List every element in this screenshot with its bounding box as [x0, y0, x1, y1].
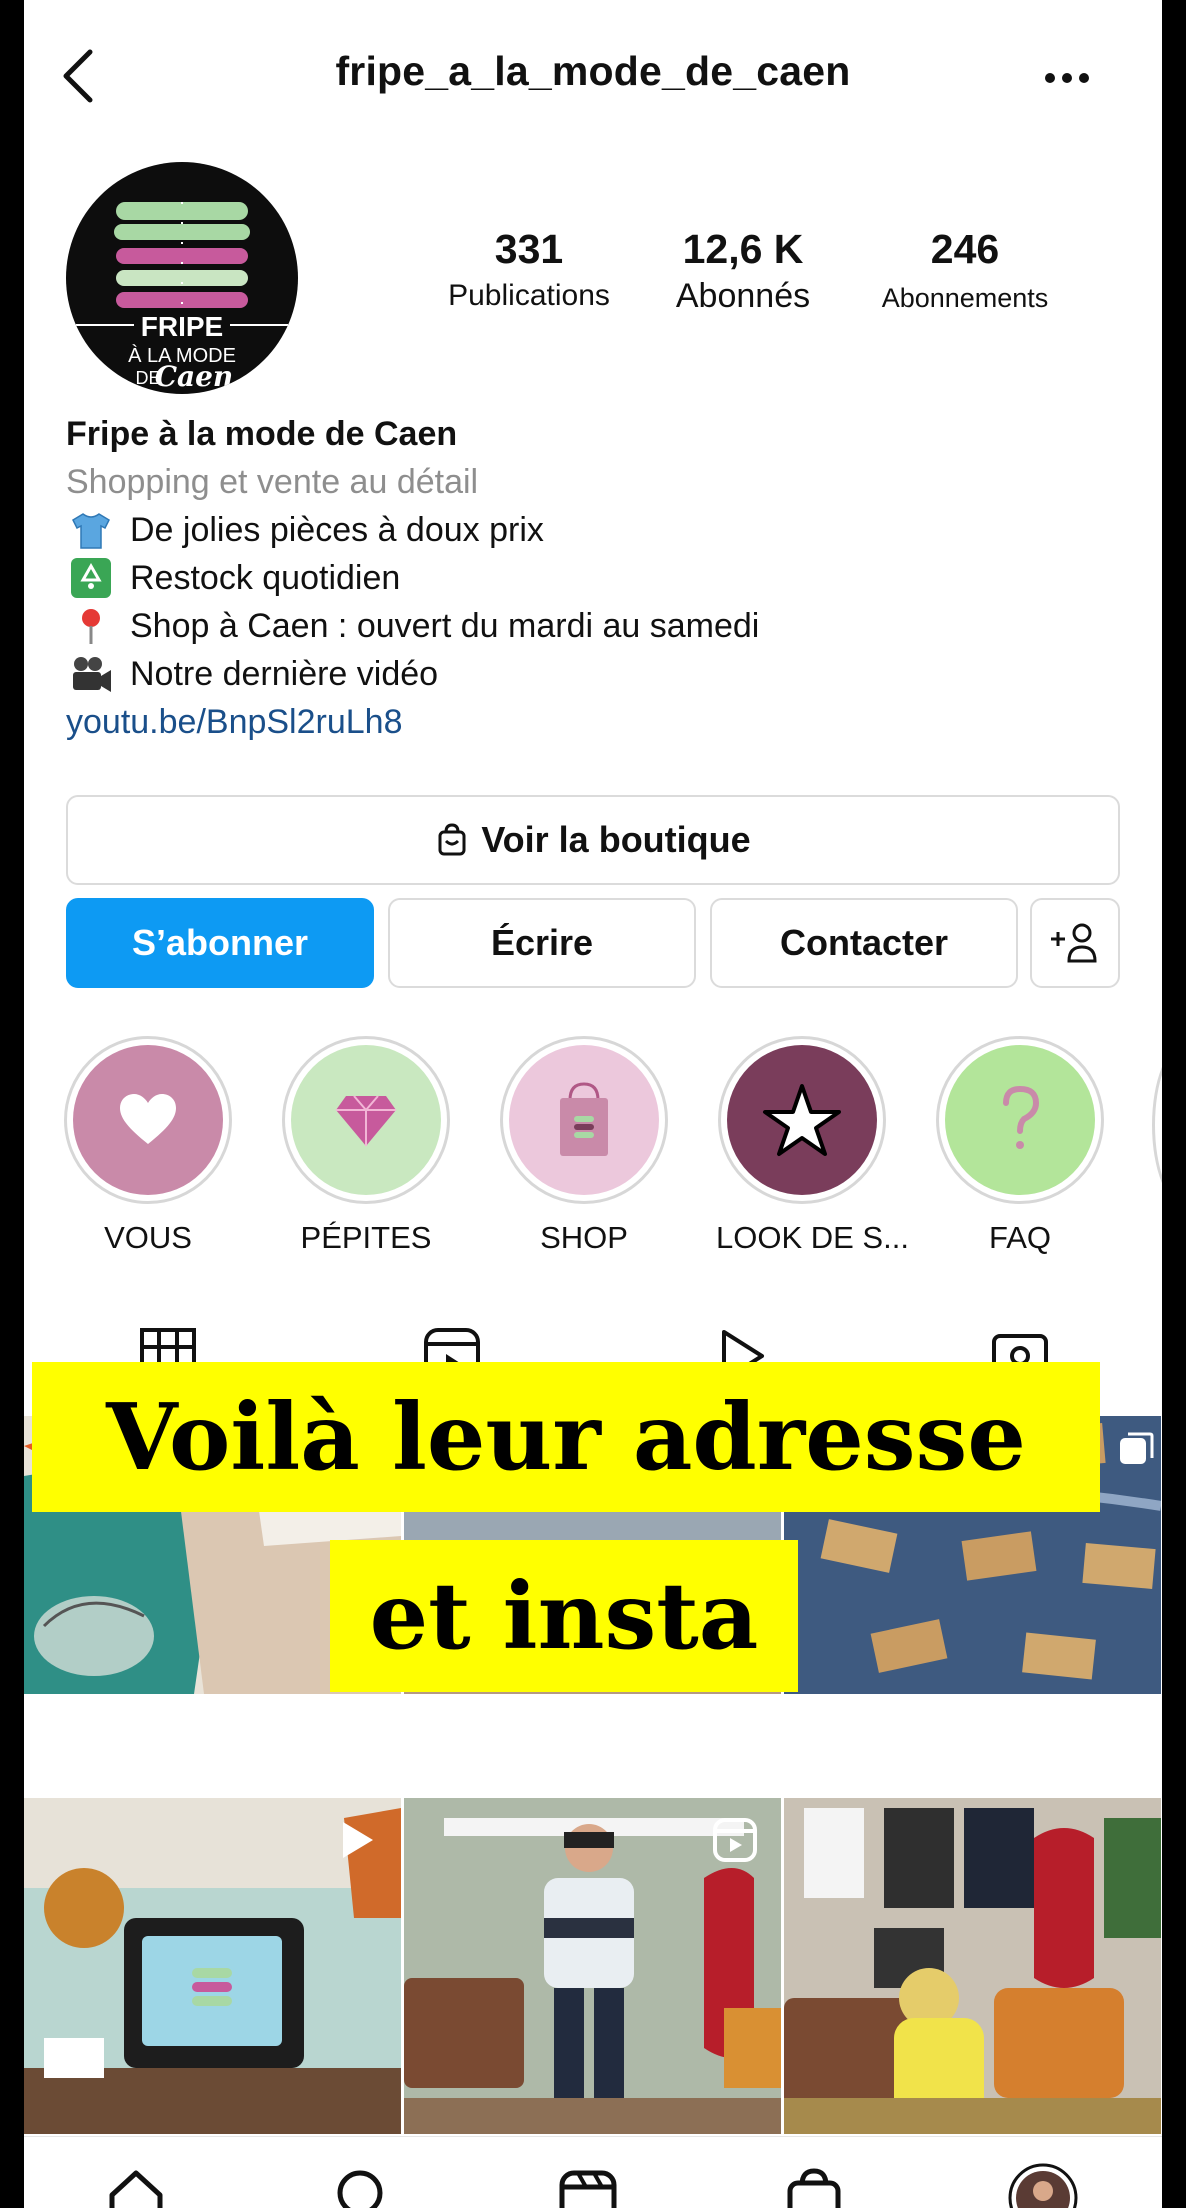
star-icon: [727, 1045, 877, 1195]
profile-avatar[interactable]: FRIPE À LA MODE DE Caen: [66, 162, 298, 394]
shirt-stack-logo-icon: [114, 202, 250, 308]
highlight-vous[interactable]: VOUS: [62, 1036, 234, 1256]
highlight-ring: [500, 1036, 668, 1204]
stat-followers[interactable]: 12,6 K Abonnés: [648, 226, 838, 316]
reels-nav-icon[interactable]: [556, 2167, 620, 2208]
profile-stats: 331 Publications 12,6 K Abonnés 246 Abon…: [424, 226, 1104, 326]
follow-button[interactable]: S’abonner: [66, 898, 374, 988]
bio-text: Notre dernière vidéo: [130, 655, 439, 693]
message-button[interactable]: Écrire: [388, 898, 696, 988]
stat-label: Abonnements: [881, 283, 1049, 313]
posts-grid: [24, 1416, 1162, 2136]
username-title: fripe_a_la_mode_de_caen: [335, 48, 851, 94]
overlay-caption-line2: et insta: [330, 1540, 798, 1692]
video-camera-icon: [66, 652, 116, 696]
shopping-bag-icon: [509, 1045, 659, 1195]
pin-icon: [66, 604, 116, 648]
add-user-button[interactable]: [1030, 898, 1120, 988]
highlight-pepites[interactable]: PÉPITES: [280, 1036, 452, 1256]
add-user-icon: [1051, 923, 1097, 963]
profile-category: Shopping et vente au détail: [66, 463, 479, 501]
more-options-icon[interactable]: [1032, 50, 1102, 100]
highlight-look[interactable]: LOOK DE S...: [716, 1036, 909, 1256]
bio-link[interactable]: youtu.be/BnpSl2ruLh8: [66, 698, 1126, 746]
highlight-partial[interactable]: [1152, 1044, 1162, 1206]
overlay-caption-line1: Voilà leur adresse: [32, 1362, 1100, 1512]
search-icon[interactable]: [330, 2167, 394, 2208]
stat-value: 246: [930, 226, 1000, 272]
back-arrow-icon[interactable]: [52, 46, 112, 106]
app-screen: fripe_a_la_mode_de_caen FRIPE À LA MODE …: [24, 0, 1162, 2208]
view-shop-button[interactable]: Voir la boutique: [66, 795, 1120, 885]
stat-following[interactable]: 246 Abonnements: [860, 226, 1070, 314]
post-thumbnail[interactable]: [784, 1798, 1161, 2134]
post-thumbnail[interactable]: [24, 1798, 401, 2134]
reels-icon: [711, 1816, 759, 1864]
profile-bio: Fripe à la mode de Caen Shopping et vent…: [66, 410, 1126, 746]
shirt-icon: [66, 508, 116, 552]
post-thumbnail[interactable]: [404, 1798, 781, 2134]
contact-button[interactable]: Contacter: [710, 898, 1018, 988]
highlight-label: SHOP: [540, 1220, 628, 1255]
highlight-ring: [282, 1036, 450, 1204]
bottom-navigation: [24, 2136, 1162, 2208]
bio-text: Shop à Caen : ouvert du mardi au samedi: [130, 607, 760, 645]
bio-text: De jolies pièces à doux prix: [130, 511, 544, 549]
highlight-label: PÉPITES: [300, 1220, 432, 1255]
diamond-icon: [291, 1045, 441, 1195]
highlight-ring: [936, 1036, 1104, 1204]
view-shop-label: Voir la boutique: [481, 819, 751, 860]
profile-name: Fripe à la mode de Caen: [66, 415, 458, 453]
svg-text:FRIPE: FRIPE: [141, 311, 223, 342]
highlight-faq[interactable]: FAQ: [934, 1036, 1106, 1256]
bio-line: De jolies pièces à doux prix: [66, 506, 1126, 554]
bio-line: Shop à Caen : ouvert du mardi au samedi: [66, 602, 1126, 650]
stat-label: Publications: [448, 279, 610, 312]
shopping-bag-icon: [438, 823, 466, 856]
stat-label: Abonnés: [675, 277, 811, 315]
bio-line: Restock quotidien: [66, 554, 1126, 602]
highlight-label: VOUS: [104, 1220, 192, 1255]
video-play-icon: [331, 1816, 379, 1864]
bio-line: Notre dernière vidéo: [66, 650, 1126, 698]
home-icon[interactable]: [104, 2167, 168, 2208]
profile-avatar-icon[interactable]: [1008, 2163, 1078, 2208]
shop-nav-icon[interactable]: [782, 2167, 846, 2208]
highlight-ring: [64, 1036, 232, 1204]
stat-value: 331: [494, 226, 564, 272]
question-icon: [945, 1045, 1095, 1195]
highlight-ring: [718, 1036, 886, 1204]
recycle-icon: [66, 556, 116, 600]
profile-header: fripe_a_la_mode_de_caen: [24, 0, 1162, 150]
stat-posts[interactable]: 331 Publications: [424, 226, 634, 313]
highlight-label: FAQ: [988, 1220, 1051, 1255]
bio-text: Restock quotidien: [130, 559, 401, 597]
highlight-label: LOOK DE S...: [716, 1220, 909, 1255]
svg-text:Caen: Caen: [155, 360, 234, 393]
highlight-shop[interactable]: SHOP: [498, 1036, 670, 1256]
heart-icon: [73, 1045, 223, 1195]
stat-value: 12,6 K: [682, 226, 804, 272]
multi-post-icon: [1116, 1430, 1156, 1470]
